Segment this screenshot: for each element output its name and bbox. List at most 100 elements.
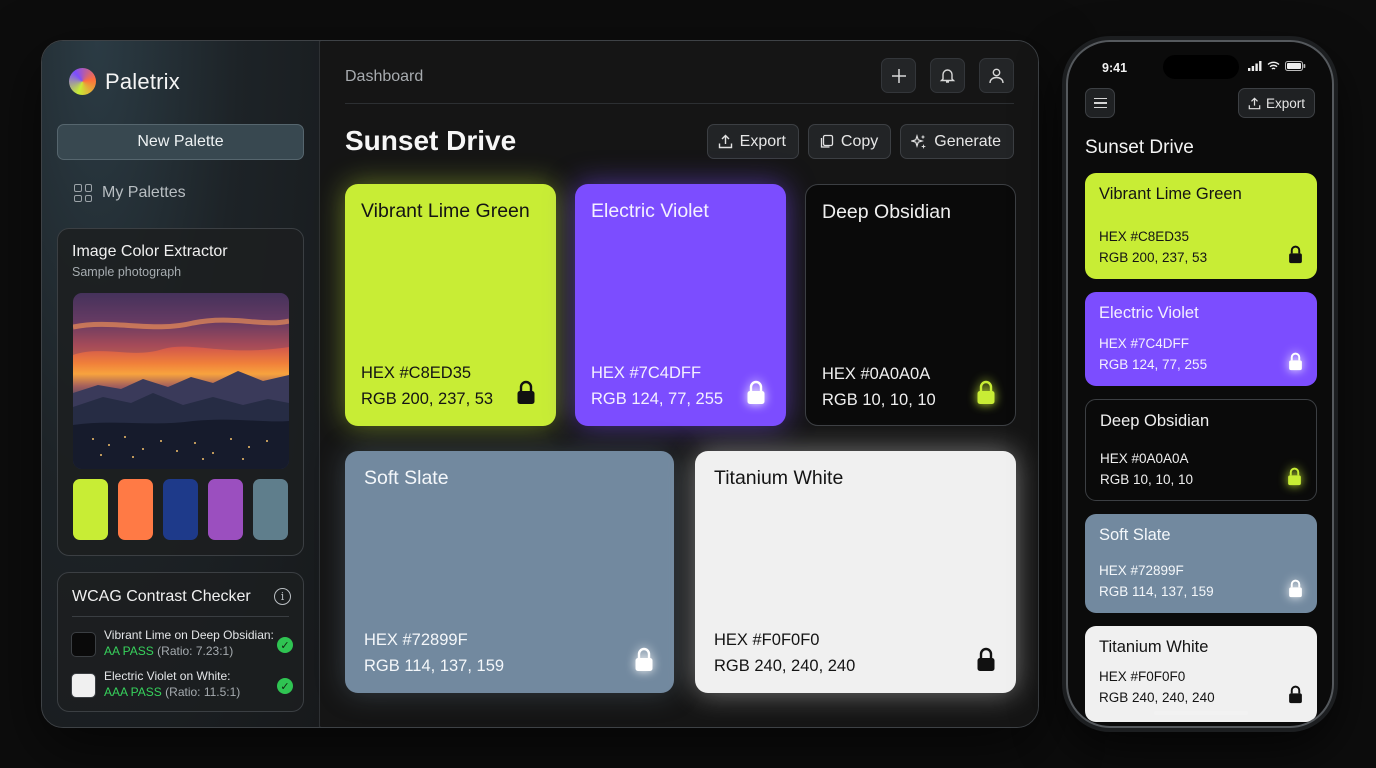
lock-icon[interactable] (1288, 352, 1303, 371)
color-rgb: RGB 200, 237, 53 (1099, 250, 1208, 265)
copy-button[interactable]: Copy (807, 124, 892, 159)
color-hex: HEX #C8ED35 (361, 364, 472, 382)
contrast-pair-label: Vibrant Lime on Deep Obsidian: (104, 628, 274, 642)
menu-button[interactable] (1085, 88, 1115, 118)
color-rgb: RGB 10, 10, 10 (822, 391, 936, 409)
lock-icon[interactable] (1287, 467, 1302, 486)
battery-icon (1285, 61, 1306, 71)
color-hex: HEX #C8ED35 (1099, 229, 1190, 244)
copy-icon (820, 134, 834, 148)
extracted-swatch[interactable] (163, 479, 198, 540)
color-name: Titanium White (1099, 638, 1209, 656)
color-hex: HEX #7C4DFF (591, 364, 702, 382)
color-card-electric-violet[interactable]: Electric Violet HEX #7C4DFF RGB 124, 77,… (575, 184, 786, 426)
check-icon: ✓ (277, 637, 293, 653)
wifi-icon (1267, 61, 1280, 70)
lock-icon[interactable] (976, 380, 996, 405)
brand[interactable]: Paletrix (69, 68, 180, 95)
extracted-swatch[interactable] (118, 479, 153, 540)
sidebar-item-my-palettes[interactable]: My Palettes (74, 184, 186, 202)
copy-label: Copy (840, 132, 879, 150)
color-rgb: RGB 124, 77, 255 (591, 390, 724, 408)
extracted-swatch[interactable] (73, 479, 108, 540)
phone-color-card-deep-obsidian[interactable]: Deep Obsidian HEX #0A0A0A RGB 10, 10, 10 (1085, 399, 1317, 501)
color-name: Deep Obsidian (822, 201, 951, 223)
phone-color-card-vibrant-lime-green[interactable]: Vibrant Lime Green HEX #C8ED35 RGB 200, … (1085, 173, 1317, 279)
hamburger-icon (1093, 106, 1107, 109)
info-icon[interactable]: i (274, 588, 291, 605)
main-content: Dashboard Sunset Drive Export Copy Gener… (321, 41, 1038, 727)
desktop-window: Paletrix New Palette My Palettes Image C… (41, 40, 1039, 728)
color-hex: HEX #0A0A0A (1100, 451, 1189, 466)
lock-icon[interactable] (1288, 245, 1303, 264)
color-name: Electric Violet (1099, 304, 1199, 322)
breadcrumb[interactable]: Dashboard (345, 68, 423, 86)
color-rgb: RGB 114, 137, 159 (364, 657, 505, 675)
color-name: Titanium White (714, 467, 844, 489)
color-hex: HEX #7C4DFF (1099, 336, 1190, 351)
color-rgb: RGB 240, 240, 240 (1099, 690, 1215, 705)
extracted-swatch[interactable] (253, 479, 288, 540)
top-toolbar (881, 58, 1014, 93)
contrast-result: AAA PASS (Ratio: 11.5:1) (104, 685, 241, 699)
contrast-swatch (71, 673, 96, 698)
grid-icon (74, 184, 92, 202)
upload-icon (1248, 96, 1261, 109)
wcag-contrast-panel: WCAG Contrast Checker i Vibrant Lime on … (57, 572, 304, 712)
new-palette-button[interactable]: New Palette (57, 124, 304, 160)
divider (72, 616, 289, 617)
status-time: 9:41 (1102, 61, 1128, 75)
phone-color-card-titanium-white[interactable]: Titanium White HEX #F0F0F0 RGB 240, 240,… (1085, 626, 1317, 722)
image-color-extractor-panel: Image Color Extractor Sample photograph (57, 228, 304, 556)
color-rgb: RGB 124, 77, 255 (1099, 357, 1208, 372)
add-button[interactable] (881, 58, 916, 93)
check-icon: ✓ (277, 678, 293, 694)
phone-export-button[interactable]: Export (1237, 88, 1315, 118)
color-hex: HEX #72899F (1099, 563, 1184, 578)
extractor-subtitle: Sample photograph (72, 265, 182, 279)
lock-icon[interactable] (976, 647, 996, 672)
sidebar: Paletrix New Palette My Palettes Image C… (42, 41, 320, 727)
sidebar-item-label: My Palettes (102, 184, 186, 201)
hamburger-icon (1093, 102, 1107, 104)
notifications-button[interactable] (930, 58, 965, 93)
color-card-titanium-white[interactable]: Titanium White HEX #F0F0F0 RGB 240, 240,… (695, 451, 1016, 693)
signal-icon (1248, 61, 1262, 71)
dynamic-island (1163, 55, 1239, 79)
phone-color-card-electric-violet[interactable]: Electric Violet HEX #7C4DFF RGB 124, 77,… (1085, 292, 1317, 386)
profile-button[interactable] (979, 58, 1014, 93)
export-button[interactable]: Export (706, 124, 799, 159)
app-name: Paletrix (105, 68, 180, 94)
color-hex: HEX #72899F (364, 631, 468, 649)
color-name: Vibrant Lime Green (361, 200, 530, 222)
color-card-soft-slate[interactable]: Soft Slate HEX #72899F RGB 114, 137, 159 (345, 451, 674, 693)
upload-icon (718, 134, 732, 149)
lock-icon[interactable] (1288, 579, 1303, 598)
lock-icon[interactable] (516, 380, 536, 405)
color-card-vibrant-lime-green[interactable]: Vibrant Lime Green HEX #C8ED35 RGB 200, … (345, 184, 556, 426)
generate-button[interactable]: Generate (900, 124, 1014, 159)
lock-icon[interactable] (1288, 685, 1303, 704)
color-rgb: RGB 200, 237, 53 (361, 390, 494, 408)
phone-color-card-soft-slate[interactable]: Soft Slate HEX #72899F RGB 114, 137, 159 (1085, 514, 1317, 613)
sample-photo[interactable] (73, 293, 289, 469)
contrast-swatch (71, 632, 96, 657)
hamburger-icon (1093, 97, 1107, 100)
contrast-result: AA PASS (Ratio: 7.23:1) (104, 644, 234, 658)
extracted-swatch[interactable] (208, 479, 243, 540)
page-title: Sunset Drive (345, 125, 517, 156)
color-name: Soft Slate (364, 467, 449, 489)
divider (345, 103, 1014, 104)
paletrix-logo-icon (69, 68, 96, 95)
plus-icon (891, 68, 906, 83)
bell-icon (939, 69, 956, 83)
contrast-check-row: Vibrant Lime on Deep Obsidian: AA PASS (… (71, 628, 293, 662)
lock-icon[interactable] (634, 647, 654, 672)
color-rgb: RGB 240, 240, 240 (714, 657, 856, 675)
phone-page-title: Sunset Drive (1085, 137, 1194, 158)
color-hex: HEX #F0F0F0 (1099, 669, 1186, 684)
user-icon (989, 68, 1004, 84)
color-name: Electric Violet (591, 200, 709, 222)
lock-icon[interactable] (746, 380, 766, 405)
color-card-deep-obsidian[interactable]: Deep Obsidian HEX #0A0A0A RGB 10, 10, 10 (805, 184, 1016, 426)
